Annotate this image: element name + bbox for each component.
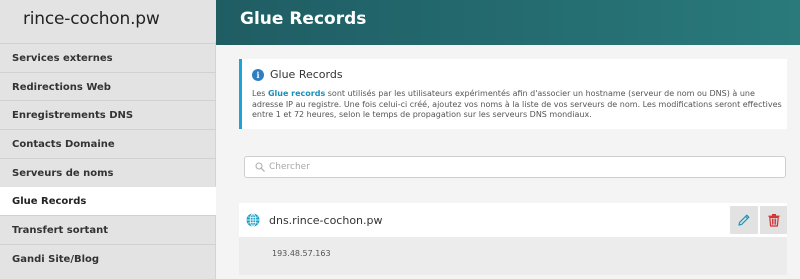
sidebar-item-contacts-domaine[interactable]: Contacts Domaine	[0, 129, 216, 158]
sidebar: rince-cochon.pw Services externes Redire…	[0, 0, 216, 279]
sidebar-item-redirections-web[interactable]: Redirections Web	[0, 72, 216, 101]
info-description: Les Glue records sont utilisés par les u…	[252, 89, 782, 121]
trash-icon	[768, 214, 780, 227]
sidebar-item-transfert-sortant[interactable]: Transfert sortant	[0, 215, 216, 244]
sidebar-item-enregistrements-dns[interactable]: Enregistrements DNS	[0, 100, 216, 129]
sidebar-item-services-externes[interactable]: Services externes	[0, 43, 216, 72]
search-box[interactable]	[244, 156, 786, 178]
edit-button[interactable]	[730, 206, 758, 234]
info-panel: i Glue Records Les Glue records sont uti…	[239, 59, 787, 129]
delete-button[interactable]	[760, 206, 787, 234]
sidebar-item-gandi-site-blog[interactable]: Gandi Site/Blog	[0, 244, 216, 273]
search-icon	[255, 162, 265, 172]
search-input[interactable]	[269, 159, 769, 175]
glue-records-link[interactable]: Glue records	[268, 89, 325, 98]
page-title: Glue Records	[240, 9, 367, 29]
sidebar-item-glue-records[interactable]: Glue Records	[0, 186, 216, 215]
sidebar-item-serveurs-de-noms[interactable]: Serveurs de noms	[0, 158, 216, 187]
glue-record-item: dns.rince-cochon.pw 193.48.57.163	[239, 203, 787, 275]
glue-record-hostname: dns.rince-cochon.pw	[269, 214, 383, 227]
info-icon: i	[252, 69, 264, 81]
glue-record-header: dns.rince-cochon.pw	[239, 203, 787, 237]
pencil-icon	[738, 214, 750, 226]
info-title: Glue Records	[270, 68, 343, 81]
info-text-suffix: sont utilisés par les utilisateurs expér…	[252, 89, 782, 119]
info-text-prefix: Les	[252, 89, 268, 98]
page-header: Glue Records	[216, 0, 800, 45]
globe-icon	[246, 213, 260, 227]
domain-title: rince-cochon.pw	[0, 0, 216, 41]
glue-record-ip: 193.48.57.163	[272, 249, 331, 258]
